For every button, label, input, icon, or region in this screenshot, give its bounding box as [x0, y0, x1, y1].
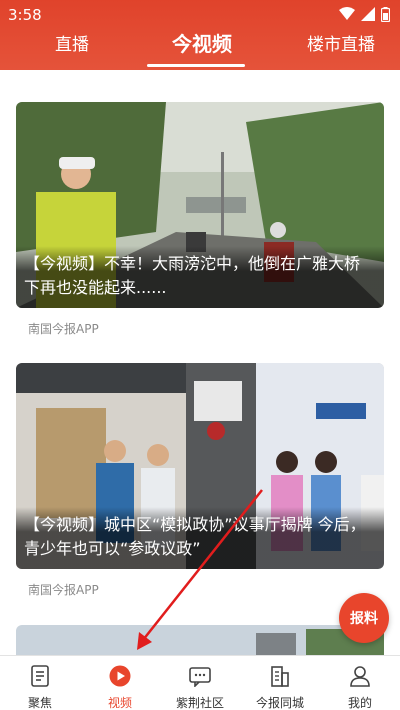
- status-time: 3:58: [8, 6, 42, 24]
- nav-label: 今报同城: [255, 696, 304, 710]
- video-thumbnail[interactable]: 【今视频】不幸！大雨滂沱中，他倒在广雅大桥下再也没能起来......: [16, 102, 384, 308]
- report-button[interactable]: 报料: [339, 593, 389, 643]
- nav-item-me[interactable]: 我的: [320, 656, 400, 710]
- video-source: 南国今报APP: [28, 322, 99, 336]
- video-card[interactable]: [16, 625, 384, 655]
- nav-label: 视频: [107, 696, 132, 710]
- video-thumbnail[interactable]: 【今视频】城中区“模拟政协”议事厅揭牌 今后，青少年也可以“参政议政”: [16, 363, 384, 569]
- nav-item-focus[interactable]: 聚焦: [0, 656, 80, 710]
- chat-icon: [189, 667, 211, 687]
- nav-label: 紫荆社区: [175, 696, 224, 710]
- video-title: 【今视频】不幸！大雨滂沱中，他倒在广雅大桥下再也没能起来......: [16, 246, 384, 308]
- document-icon: [31, 665, 49, 687]
- tab-live[interactable]: 直播: [55, 30, 89, 55]
- tab-property-live[interactable]: 楼市直播: [307, 30, 375, 55]
- status-bar: 3:58: [0, 0, 400, 28]
- nav-item-community[interactable]: 紫荆社区: [160, 656, 240, 710]
- battery-icon: [381, 6, 390, 22]
- video-card[interactable]: 【今视频】城中区“模拟政协”议事厅揭牌 今后，青少年也可以“参政议政” 南国今报…: [16, 363, 384, 598]
- building-icon: [271, 666, 289, 687]
- top-bar: 3:58 直播 今视频 楼市直播: [0, 0, 400, 70]
- wifi-icon: [339, 7, 355, 20]
- signal-icon: [361, 7, 375, 21]
- person-icon: [350, 666, 370, 687]
- bottom-navigation: 聚焦 视频 紫荆社区 今报同城 我的: [0, 655, 400, 710]
- nav-label: 聚焦: [27, 696, 52, 710]
- status-icons: [339, 6, 390, 22]
- top-tabs: 直播 今视频 楼市直播: [0, 28, 400, 70]
- building-scene-image: [16, 625, 384, 655]
- tab-video[interactable]: 今视频: [172, 28, 232, 57]
- video-card[interactable]: 【今视频】不幸！大雨滂沱中，他倒在广雅大桥下再也没能起来...... 南国今报A…: [16, 102, 384, 337]
- nav-label: 我的: [347, 696, 372, 710]
- tab-active-indicator: [147, 64, 245, 67]
- nav-item-local[interactable]: 今报同城: [240, 656, 320, 710]
- play-icon: [109, 665, 131, 687]
- video-title: 【今视频】城中区“模拟政协”议事厅揭牌 今后，青少年也可以“参政议政”: [16, 507, 384, 569]
- video-feed[interactable]: 【今视频】不幸！大雨滂沱中，他倒在广雅大桥下再也没能起来...... 南国今报A…: [0, 70, 400, 655]
- video-thumbnail[interactable]: [16, 625, 384, 655]
- video-source: 南国今报APP: [28, 583, 99, 597]
- nav-item-video[interactable]: 视频: [80, 656, 160, 710]
